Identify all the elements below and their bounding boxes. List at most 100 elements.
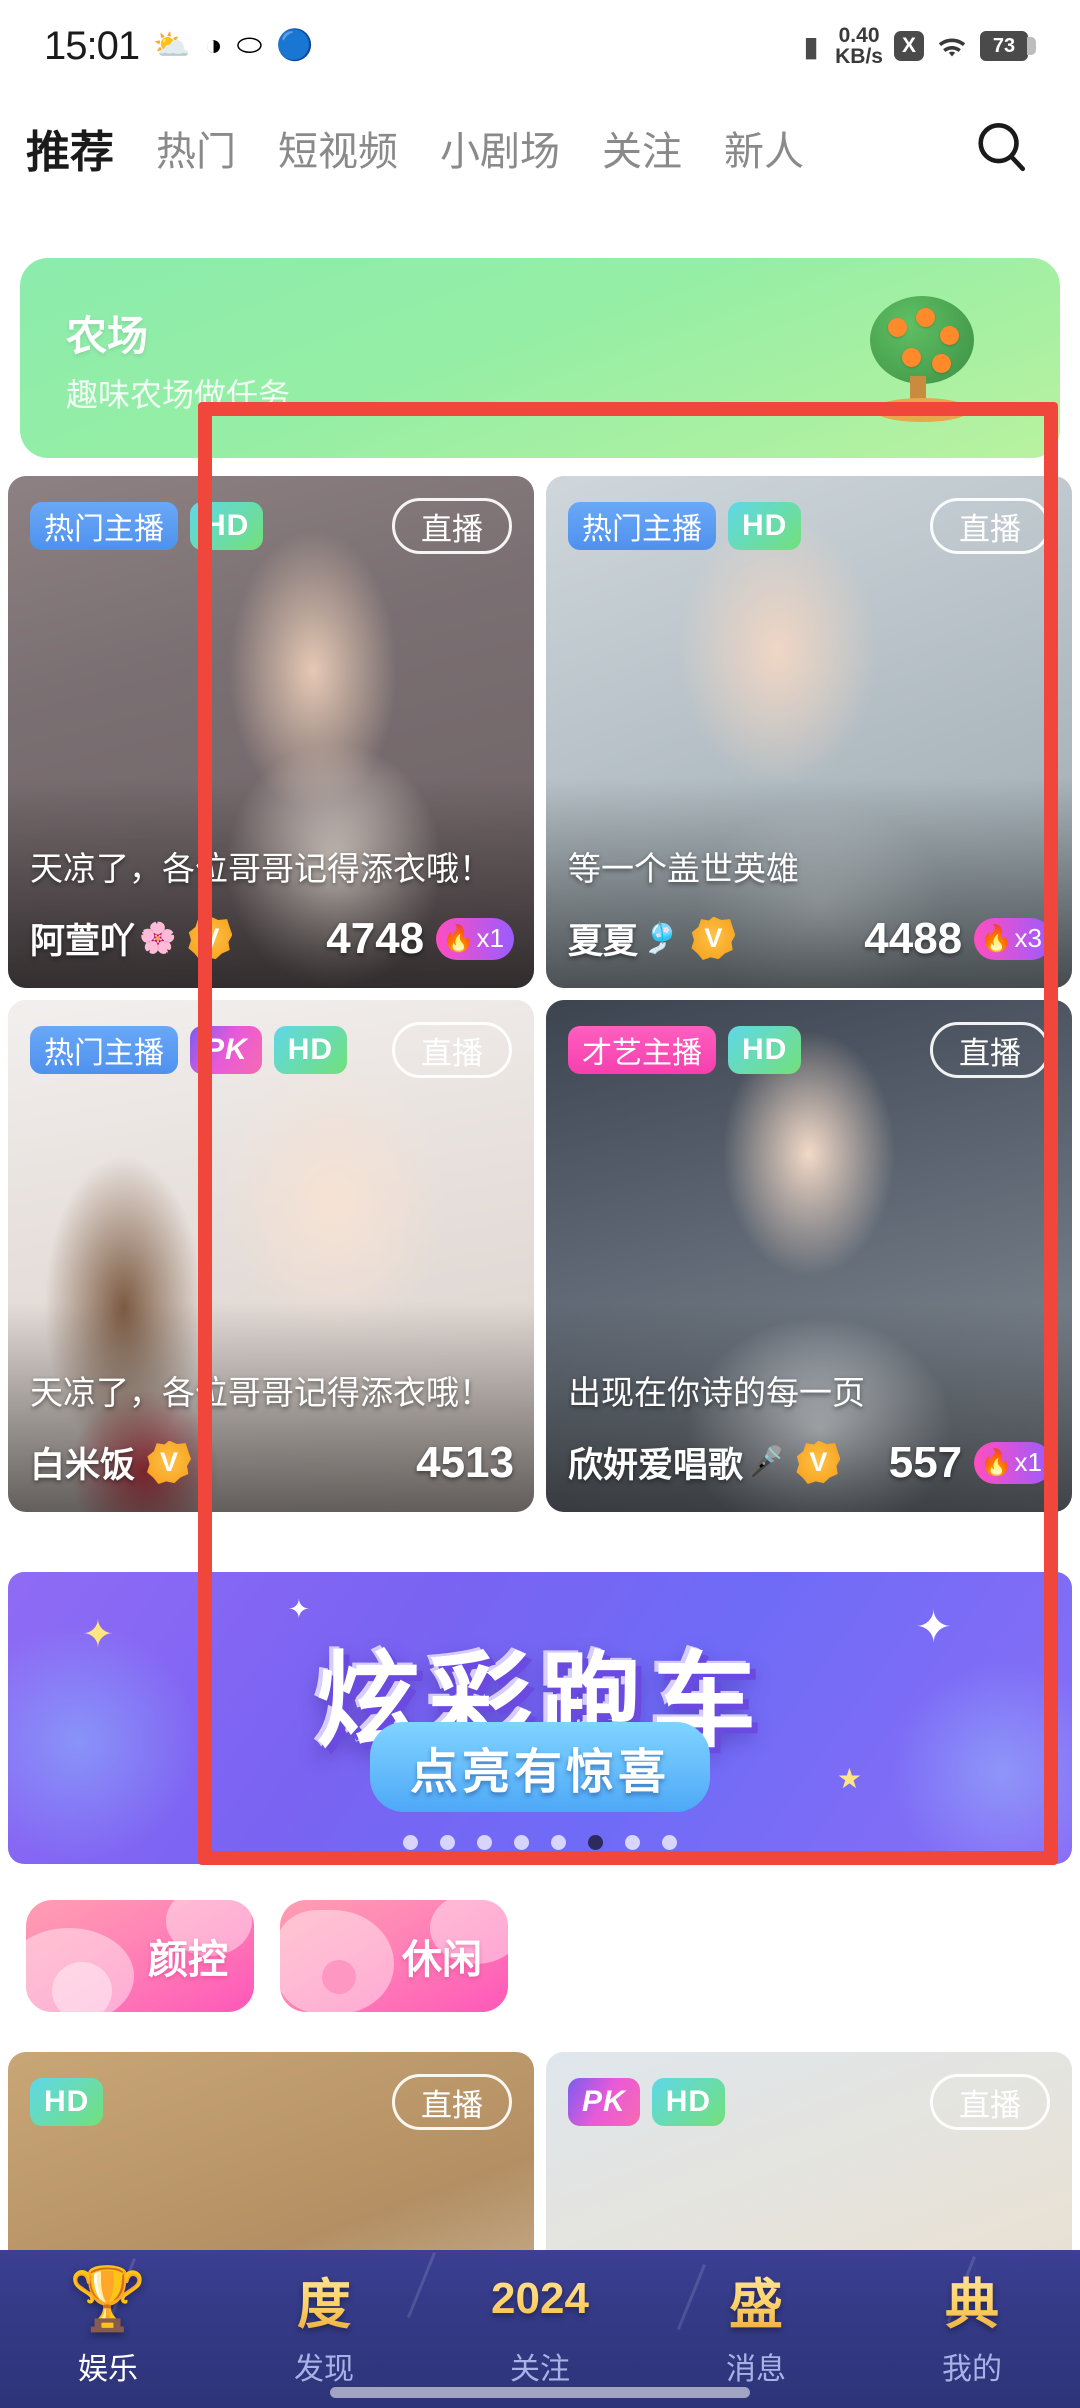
fire-multiplier-badge: 🔥 x1: [974, 1441, 1052, 1484]
farm-banner[interactable]: 农场 趣味农场做任务: [20, 258, 1060, 458]
status-time: 15:01: [44, 23, 140, 68]
live-pill[interactable]: 直播: [930, 498, 1050, 554]
live-card-footer: 欣妍爱唱歌 🎤 V 557 🔥 x1: [568, 1437, 1052, 1488]
nav-item-label: 发现: [294, 2353, 354, 2386]
live-card-4[interactable]: 才艺主播 HD 直播 出现在你诗的每一页 欣妍爱唱歌 🎤 V 557 🔥 x1: [546, 1000, 1072, 1512]
anchor-name-emoji: 🎤: [747, 1446, 785, 1479]
nav-item-faxian[interactable]: 度 发现: [216, 2260, 432, 2388]
live-card-6[interactable]: PK HD 直播: [546, 2052, 1072, 2252]
carousel-dot[interactable]: [514, 1835, 529, 1850]
viewer-count: 4748: [326, 913, 425, 963]
badge-hd: HD: [728, 1026, 802, 1074]
live-pill[interactable]: 直播: [392, 1022, 512, 1078]
fire-icon: 🔥: [980, 923, 1013, 953]
home-indicator[interactable]: [330, 2387, 750, 2398]
du-banner-icon: 度: [297, 2260, 351, 2338]
live-card-5[interactable]: HD 直播: [8, 2052, 534, 2252]
network-speed-value: 0.40: [838, 23, 880, 47]
live-pill[interactable]: 直播: [392, 498, 512, 554]
fire-icon: 🔥: [442, 923, 475, 953]
badge-hd: HD: [651, 2078, 726, 2126]
category-chip-label: 颜控: [148, 1938, 228, 1982]
battery-level: 73: [980, 31, 1028, 61]
live-card-row-1: 热门主播 HD 直播 天凉了，各位哥哥记得添衣哦！ 阿萱吖 🌸 V 4748 🔥…: [8, 476, 1072, 988]
viewer-stats: 4488 🔥 x3: [864, 914, 1052, 964]
live-card-row-3-inner: HD 直播 PK HD 直播: [8, 2052, 1072, 2252]
year-2024-banner-icon: 2024: [491, 2260, 589, 2338]
live-card-title: 天凉了，各位哥哥记得添衣哦！: [30, 850, 492, 887]
carousel-dot[interactable]: [403, 1835, 418, 1850]
live-card-1[interactable]: 热门主播 HD 直播 天凉了，各位哥哥记得添衣哦！ 阿萱吖 🌸 V 4748 🔥…: [8, 476, 534, 988]
anchor-name: 夏夏: [568, 922, 639, 961]
viewer-count: 4488: [864, 913, 963, 963]
nav-item-label: 消息: [726, 2353, 786, 2386]
fire-multiplier-badge: 🔥 x3: [974, 917, 1052, 960]
tab-duanshipin[interactable]: 短视频: [278, 119, 398, 177]
fruit-tree-icon: [862, 296, 982, 426]
carousel-dot-active[interactable]: [588, 1835, 603, 1850]
weather-cloud-sun-icon: ⛅: [153, 29, 191, 62]
live-card-title: 天凉了，各位哥哥记得添衣哦！: [30, 1374, 492, 1411]
nav-item-yule[interactable]: 🏆 娱乐: [0, 2260, 216, 2388]
carousel-dot[interactable]: [477, 1835, 492, 1850]
live-pill[interactable]: 直播: [930, 1022, 1050, 1078]
card-badges: HD: [30, 2078, 104, 2126]
carousel-dot[interactable]: [440, 1835, 455, 1850]
network-speed-unit: KB/s: [835, 45, 883, 68]
badge-pk: PK: [568, 2078, 640, 2126]
category-chip-yankong[interactable]: 颜控: [26, 1900, 254, 2012]
nav-item-xiaoxi[interactable]: 盛 消息: [648, 2260, 864, 2388]
verified-badge: V: [147, 1440, 192, 1485]
tab-guanzhu[interactable]: 关注: [602, 119, 682, 177]
nav-item-guanzhu[interactable]: 2024 关注: [432, 2260, 648, 2388]
status-bar: 15:01 ⛅ ◑ ⬭ 🔵 ▮ 0.40 KB/s X 73: [0, 0, 1080, 92]
badge-hd: HD: [30, 2078, 104, 2126]
anchor-name: 白米饭: [30, 1446, 136, 1485]
card-badges: 热门主播 PK HD: [30, 1026, 348, 1074]
promo-banner-subtitle: 点亮有惊喜: [369, 1722, 711, 1812]
tab-xinren[interactable]: 新人: [724, 119, 804, 177]
nav-item-label: 关注: [510, 2353, 570, 2386]
carousel-dot[interactable]: [662, 1835, 677, 1850]
category-chip-xiuxian[interactable]: 休闲: [280, 1900, 508, 2012]
live-pill[interactable]: 直播: [392, 2074, 512, 2130]
badge-hot-anchor: 热门主播: [30, 502, 178, 550]
tab-xiaojuchang[interactable]: 小剧场: [440, 119, 560, 177]
card-badges: 才艺主播 HD: [568, 1026, 802, 1074]
live-card-footer: 阿萱吖 🌸 V 4748 🔥 x1: [30, 913, 514, 964]
nav-item-wode[interactable]: 典 我的: [864, 2260, 1080, 2388]
badge-hd: HD: [728, 502, 802, 550]
live-card-footer: 夏夏 🎐 V 4488 🔥 x3: [568, 913, 1052, 964]
live-card-row-2: 热门主播 PK HD 直播 天凉了，各位哥哥记得添衣哦！ 白米饭 V 4513: [8, 1000, 1072, 1512]
tab-tuijian[interactable]: 推荐: [20, 116, 120, 180]
viewer-count: 557: [888, 1437, 963, 1487]
search-icon[interactable]: [966, 113, 1036, 183]
live-card-3[interactable]: 热门主播 PK HD 直播 天凉了，各位哥哥记得添衣哦！ 白米饭 V 4513: [8, 1000, 534, 1512]
viewer-count: 4513: [416, 1437, 514, 1487]
promo-banner[interactable]: ✦ ✦ ✦ ★ 炫彩跑车 点亮有惊喜: [8, 1572, 1072, 1864]
live-card-2[interactable]: 热门主播 HD 直播 等一个盖世英雄 夏夏 🎐 V 4488 🔥 x3: [546, 476, 1072, 988]
status-bar-left: 15:01 ⛅ ◑ ⬭ 🔵: [44, 24, 314, 69]
network-speed: 0.40 KB/s: [835, 23, 883, 68]
blue-app-icon: 🔵: [276, 29, 314, 62]
carousel-dot[interactable]: [625, 1835, 640, 1850]
anchor-name-emoji: 🎐: [642, 922, 680, 955]
fire-icon: 🔥: [980, 1447, 1013, 1477]
live-card-title: 出现在你诗的每一页: [568, 1374, 865, 1411]
top-nav: 推荐 热门 短视频 小剧场 关注 新人: [0, 92, 1080, 204]
ellipse-app-icon: ⬭: [236, 29, 263, 62]
status-bar-right: ▮ 0.40 KB/s X 73: [798, 23, 1036, 68]
live-pill[interactable]: 直播: [930, 2074, 1050, 2130]
live-card-footer: 白米饭 V 4513: [30, 1437, 514, 1488]
carousel-dot[interactable]: [551, 1835, 566, 1850]
carousel-dots[interactable]: [403, 1835, 677, 1850]
anchor-name: 阿萱吖: [30, 922, 136, 961]
tab-remen[interactable]: 热门: [156, 119, 236, 177]
dot-moon-icon: ◑: [204, 29, 223, 62]
anchor-name-emoji: 🌸: [139, 922, 177, 955]
verified-badge: V: [796, 1440, 841, 1485]
badge-hd: HD: [190, 502, 264, 550]
battery-tip: [1027, 37, 1036, 55]
trophy-icon: 🏆: [69, 2264, 147, 2334]
card-badges: 热门主播 HD: [30, 502, 264, 550]
